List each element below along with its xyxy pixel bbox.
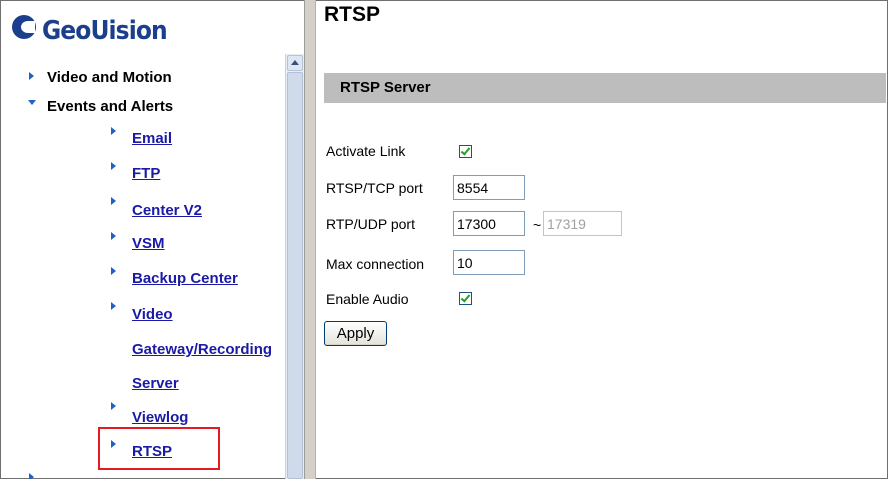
tcp-port-input[interactable] <box>453 175 525 200</box>
frame-splitter[interactable] <box>304 0 316 479</box>
port-range-separator: ~ <box>533 217 542 233</box>
max-connection-label: Max connection <box>326 256 425 272</box>
max-connection-input[interactable] <box>453 250 525 275</box>
apply-button[interactable]: Apply <box>324 321 387 346</box>
nav-link[interactable]: Center V2 <box>132 202 202 219</box>
content-panel: RTSP RTSP Server Activate Link RTSP/TCP … <box>316 0 886 479</box>
expand-arrow-icon <box>29 72 34 80</box>
logo-text: GeoUision <box>42 16 168 46</box>
left-panel: GeoUision Video and Motion Events and Al… <box>8 0 304 479</box>
bullet-arrow-icon <box>111 267 116 275</box>
section-title: RTSP Server <box>340 79 431 96</box>
nav-scrollbar[interactable] <box>285 54 305 479</box>
nav-link[interactable]: Email <box>132 130 172 147</box>
collapse-arrow-icon <box>28 100 36 105</box>
nav-link[interactable]: Server <box>132 375 179 392</box>
logo-mark-icon <box>12 15 36 39</box>
nav-item-label: Video and Motion <box>47 69 172 86</box>
bullet-arrow-icon <box>111 162 116 170</box>
udp-port-end-input <box>543 211 622 236</box>
tcp-port-label: RTSP/TCP port <box>326 180 423 196</box>
bullet-arrow-icon <box>111 232 116 240</box>
enable-audio-label: Enable Audio <box>326 291 409 307</box>
nav-link[interactable]: Viewlog <box>132 409 188 426</box>
section-header: RTSP Server <box>324 73 886 103</box>
bullet-arrow-icon <box>111 402 116 410</box>
enable-audio-checkbox[interactable] <box>459 292 472 305</box>
scrollbar-thumb[interactable] <box>287 72 303 479</box>
scroll-up-icon[interactable] <box>287 55 303 71</box>
nav-link[interactable]: Video <box>132 306 173 323</box>
bullet-arrow-icon <box>111 197 116 205</box>
udp-port-label: RTP/UDP port <box>326 216 415 232</box>
activate-link-checkbox[interactable] <box>459 145 472 158</box>
nav-link[interactable]: FTP <box>132 165 160 182</box>
page-title: RTSP <box>324 3 381 26</box>
selection-highlight-box <box>98 427 220 470</box>
nav-item-label: Events and Alerts <box>47 98 174 115</box>
nav-link[interactable]: Gateway/Recording <box>132 341 272 358</box>
nav-link[interactable]: VSM <box>132 235 165 252</box>
bullet-arrow-icon <box>111 302 116 310</box>
udp-port-start-input[interactable] <box>453 211 525 236</box>
bullet-arrow-icon <box>111 127 116 135</box>
nav-link[interactable]: Backup Center <box>132 270 238 287</box>
activate-link-label: Activate Link <box>326 143 406 159</box>
expand-arrow-icon <box>29 473 34 479</box>
